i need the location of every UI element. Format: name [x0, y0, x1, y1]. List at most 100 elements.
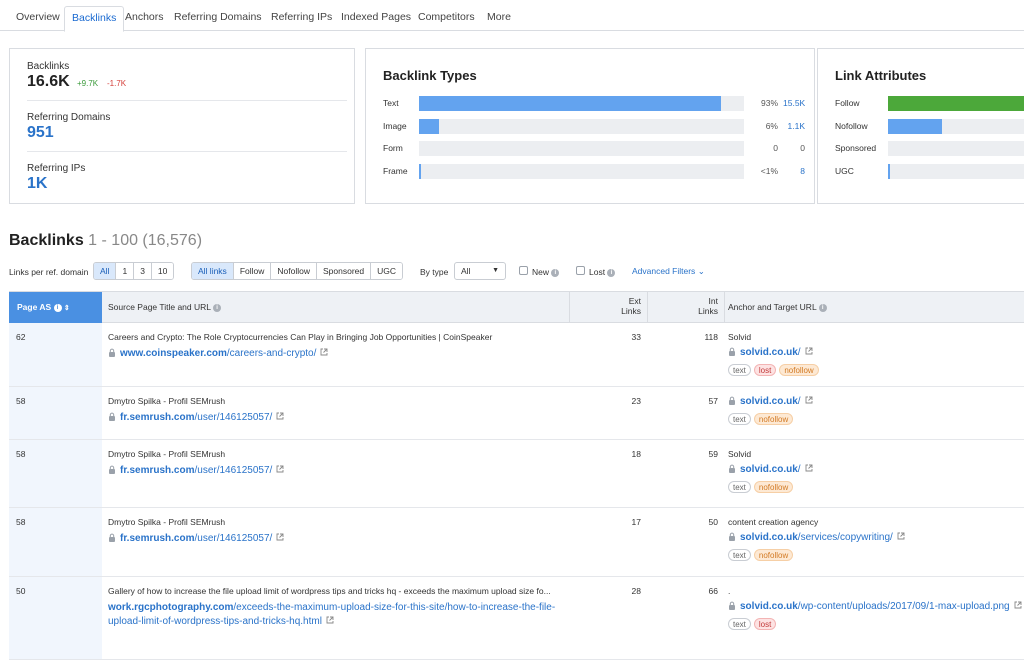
source-url[interactable]: fr.semrush.com/user/146125057/ [108, 532, 568, 546]
info-icon[interactable]: i [551, 268, 560, 277]
lock-icon [729, 532, 735, 541]
external-link-icon[interactable] [276, 412, 284, 420]
tab-indexed-pages[interactable]: Indexed Pages [334, 6, 418, 31]
lost-checkbox[interactable] [576, 266, 585, 275]
links-per-all-button[interactable]: All [94, 263, 117, 279]
link-attributes-card: Link Attributes Follow Nofollow Sponsored U… [817, 48, 1024, 204]
link-attribute-label: Nofollow [835, 120, 868, 131]
advanced-filters-link[interactable]: Advanced Filters ⌄ [632, 266, 705, 277]
by-type-select[interactable]: All ▼ [454, 262, 506, 280]
target-url[interactable]: solvid.co.uk/wp-content/uploads/2017/09/… [728, 601, 1022, 612]
backlink-type-bar-fill [419, 118, 439, 134]
target-path: /wp-content/uploads/2017/09/1-max-upload… [797, 601, 1010, 612]
links-per-3-button[interactable]: 3 [134, 263, 152, 279]
backlink-type-row: Frame <1% 8 [383, 163, 808, 179]
info-icon[interactable]: i [818, 303, 827, 312]
tab-backlinks[interactable]: Backlinks [64, 6, 125, 32]
external-link-icon[interactable] [276, 465, 284, 473]
target-domain: solvid.co.uk [740, 347, 798, 358]
new-checkbox[interactable] [519, 266, 528, 275]
column-ext-links-label: Links [621, 306, 641, 316]
source-url[interactable]: work.rgcphotography.com/exceeds-the-maxi… [108, 601, 568, 629]
tab-overview[interactable]: Overview [9, 6, 67, 31]
page-as-value: 62 [16, 332, 26, 342]
lost-label: Lost [589, 267, 606, 277]
links-per-domain-group: All 1 3 10 [93, 262, 175, 280]
source-path: /careers-and-crypto/ [226, 348, 317, 359]
filter-all-links-button[interactable]: All links [192, 263, 234, 279]
external-link-icon[interactable] [805, 396, 813, 404]
target-path: /services/copywriting/ [797, 532, 893, 543]
backlink-type-count[interactable]: 15.5K [783, 98, 805, 108]
column-ext-label: Ext [628, 296, 641, 306]
source-url[interactable]: fr.semrush.com/user/146125057/ [108, 411, 568, 425]
external-link-icon[interactable] [1014, 601, 1022, 609]
source-path-continued: upload-limit-of-wordpress-tips-and-trick… [108, 616, 322, 627]
tag-text: text [728, 549, 751, 561]
target-url[interactable]: solvid.co.uk/ [728, 347, 813, 358]
tab-referring-ips[interactable]: Referring IPs [264, 6, 339, 31]
referring-domains-value[interactable]: 951 [27, 124, 54, 142]
source-page-title: Careers and Crypto: The Role Cryptocurre… [108, 332, 493, 342]
links-per-10-button[interactable]: 10 [151, 263, 174, 279]
filter-ugc-button[interactable]: UGC [371, 263, 402, 279]
tab-referring-domains[interactable]: Referring Domains [167, 6, 269, 31]
int-links-value: 66 [708, 586, 718, 596]
external-link-icon[interactable] [805, 347, 813, 355]
source-page-title: Dmytro Spilka - Profil SEMrush [108, 449, 226, 459]
ext-links-value: 18 [631, 449, 641, 459]
referring-ips-value[interactable]: 1K [27, 175, 47, 193]
backlink-type-label: Frame [383, 165, 408, 176]
filter-sponsored-button[interactable]: Sponsored [316, 263, 372, 279]
backlink-type-count[interactable]: 8 [783, 166, 805, 176]
filter-nofollow-button[interactable]: Nofollow [271, 263, 317, 279]
sort-icon[interactable]: ⇕ [64, 305, 70, 312]
column-anchor[interactable]: Anchor and Target URL i [728, 302, 827, 312]
external-link-icon[interactable] [326, 616, 334, 624]
backlink-type-bar-fill [419, 96, 722, 111]
column-source[interactable]: Source Page Title and URL i [108, 302, 222, 312]
external-link-icon[interactable] [897, 532, 905, 540]
divider [27, 100, 347, 101]
referring-ips-label: Referring IPs [27, 163, 86, 174]
source-url[interactable]: www.coinspeaker.com/careers-and-crypto/ [108, 347, 568, 361]
external-link-icon[interactable] [276, 533, 284, 541]
backlink-type-row: Form 0 0 [383, 141, 808, 157]
backlink-type-count[interactable]: 1.1K [783, 121, 806, 131]
backlink-type-bar [419, 96, 744, 111]
link-tags: text lost [728, 618, 777, 630]
source-page-title: Dmytro Spilka - Profil SEMrush [108, 396, 226, 406]
info-icon[interactable]: i [213, 303, 222, 312]
link-attribute-row: Sponsored [835, 141, 1024, 157]
link-attribute-label: UGC [835, 165, 854, 176]
tab-anchors[interactable]: Anchors [118, 6, 171, 31]
target-url[interactable]: solvid.co.uk/ [728, 464, 813, 475]
info-icon[interactable]: i [53, 303, 62, 312]
column-ext-links[interactable]: Ext Links [609, 296, 641, 316]
tab-more[interactable]: More [480, 6, 518, 31]
external-link-icon[interactable] [320, 348, 328, 356]
backlink-type-label: Text [383, 98, 399, 108]
link-attribute-bar [888, 118, 1024, 134]
table-row: 58 Dmytro Spilka - Profil SEMrush fr.semru… [9, 387, 1024, 440]
lock-icon [729, 601, 735, 610]
column-int-links[interactable]: Int Links [684, 296, 718, 316]
info-icon[interactable]: i [607, 268, 616, 277]
link-attribute-bar-fill [888, 163, 890, 179]
external-link-icon[interactable] [805, 464, 813, 472]
source-domain: fr.semrush.com [120, 412, 195, 423]
target-url[interactable]: solvid.co.uk/services/copywriting/ [728, 532, 905, 543]
target-url[interactable]: solvid.co.uk/ [728, 396, 813, 407]
ext-links-value: 17 [631, 517, 641, 527]
chevron-down-icon: ⌄ [697, 266, 705, 276]
new-label: New [532, 267, 550, 277]
source-path: /user/146125057/ [194, 533, 273, 544]
links-per-1-button[interactable]: 1 [116, 263, 135, 279]
source-url[interactable]: fr.semrush.com/user/146125057/ [108, 464, 568, 478]
column-divider [647, 292, 648, 323]
divider [27, 151, 347, 152]
filter-follow-button[interactable]: Follow [233, 263, 272, 279]
tab-competitors[interactable]: Competitors [411, 6, 482, 31]
target-path: / [797, 464, 801, 475]
column-page-as[interactable]: Page AS i ⇕ [9, 292, 102, 323]
